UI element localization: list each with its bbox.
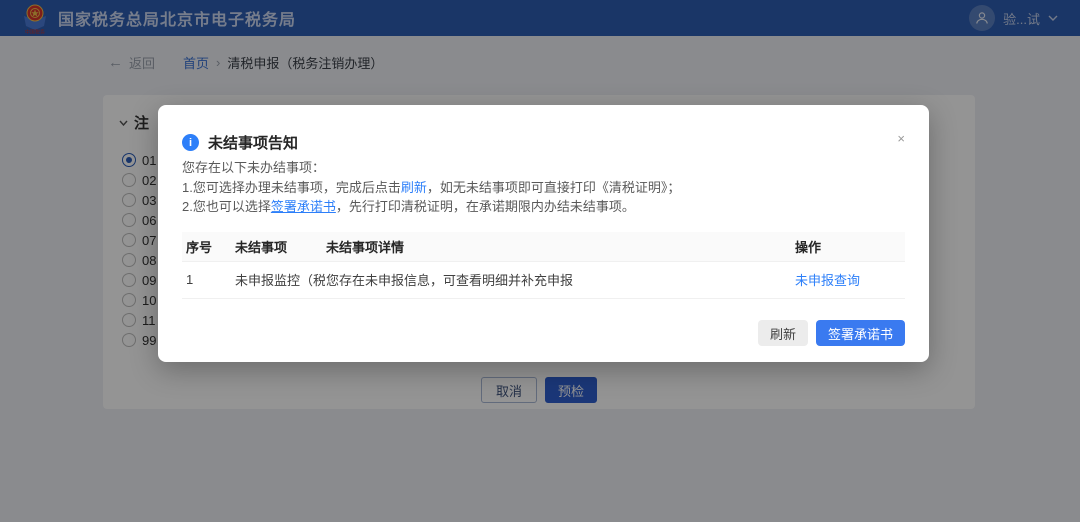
notice-line2-text: 2.您也可以选择 [182,199,271,214]
refresh-button[interactable]: 刷新 [758,320,808,346]
dialog-body: 您存在以下未办结事项： 1.您可选择办理未结事项，完成后点击刷新，如无未结事项即… [158,153,929,217]
table-row: 1 未申报监控（税、规费... 您存在未申报信息，可查看明细并补充申报 未申报查… [182,262,905,299]
col-header-item: 未结事项 [235,237,325,256]
notice-line1-text: 1.您可选择办理未结事项，完成后点击 [182,180,401,195]
cell-item: 未申报监控（税、规费... [235,270,325,289]
sign-commitment-button[interactable]: 签署承诺书 [816,320,905,346]
notice-line2-tail: ，先行打印清税证明，在承诺期限内办结未结事项。 [336,199,635,214]
undeclared-query-link[interactable]: 未申报查询 [795,270,905,289]
table-header-row: 序号 未结事项 未结事项详情 操作 [182,232,905,262]
notice-line-2: 2.您也可以选择签署承诺书，先行打印清税证明，在承诺期限内办结未结事项。 [182,197,905,217]
dialog-title: 未结事项告知 [208,132,298,153]
cell-detail: 您存在未申报信息，可查看明细并补充申报 [325,270,795,289]
pending-items-dialog: × i 未结事项告知 您存在以下未办结事项： 1.您可选择办理未结事项，完成后点… [158,105,929,362]
col-header-action: 操作 [795,237,905,256]
info-icon: i [182,134,199,151]
notice-intro: 您存在以下未办结事项： [182,158,905,178]
col-header-no: 序号 [182,237,235,256]
sign-commitment-link[interactable]: 签署承诺书 [271,199,336,214]
refresh-link[interactable]: 刷新 [401,180,427,195]
close-icon[interactable]: × [897,132,905,145]
notice-line1-tail: ，如无未结事项即可直接打印《清税证明》； [427,180,681,195]
dialog-footer: 刷新 签署承诺书 [758,320,905,346]
dialog-header: i 未结事项告知 [158,105,929,153]
col-header-detail: 未结事项详情 [325,237,795,256]
cell-no: 1 [182,272,235,287]
pending-items-table: 序号 未结事项 未结事项详情 操作 1 未申报监控（税、规费... 您存在未申报… [182,232,905,299]
notice-line-1: 1.您可选择办理未结事项，完成后点击刷新，如无未结事项即可直接打印《清税证明》； [182,178,905,198]
